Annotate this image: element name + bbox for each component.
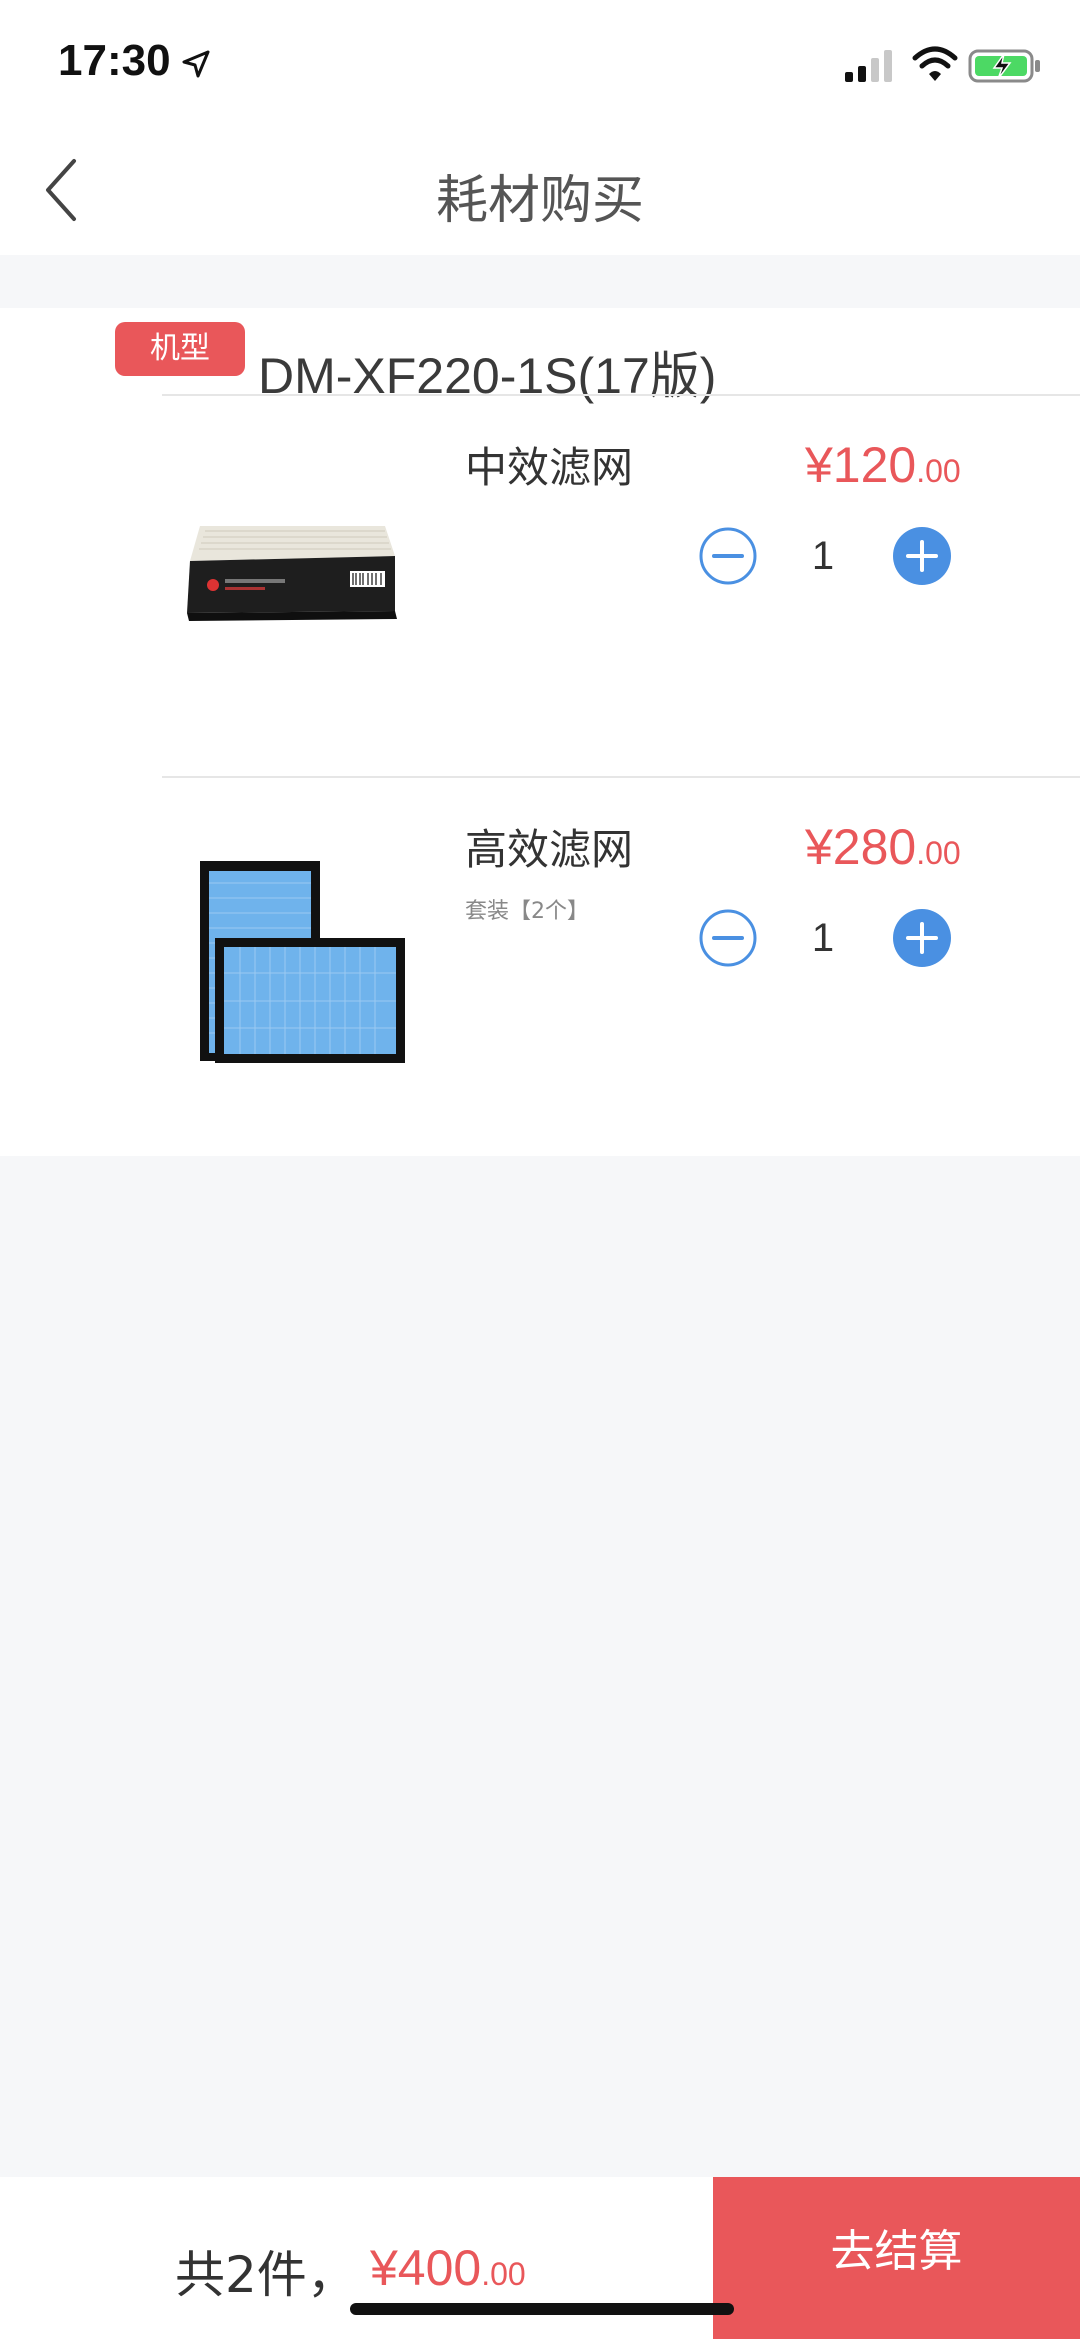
quantity-value: 1 (811, 916, 835, 960)
nav-bar: 耗材购买 (0, 130, 1080, 255)
minus-circle-icon[interactable] (698, 526, 758, 586)
signal-icon (845, 50, 892, 82)
product-card: 机型 DM-XF220-1S(17版) 中效滤网 ¥120.00 1 高效滤网 … (0, 308, 1080, 1156)
home-indicator[interactable] (350, 2303, 734, 2315)
list-item: 高效滤网 套装【2个】 ¥280.00 1 (0, 778, 1080, 1158)
location-arrow-icon (182, 50, 210, 78)
total-price-decimal: .00 (481, 2256, 526, 2292)
item-subtitle: 套装【2个】 (465, 899, 589, 924)
item-price-decimal: .00 (916, 453, 961, 489)
model-badge: 机型 (115, 322, 245, 376)
page-title: 耗材购买 (435, 171, 644, 231)
item-name: 高效滤网 (465, 825, 634, 874)
total-count: 共2件， (175, 2246, 357, 2304)
total-price-main: ¥400 (370, 2240, 482, 2296)
wifi-icon (912, 46, 958, 81)
item-price: ¥120.00 (805, 436, 961, 494)
plus-circle-icon[interactable] (892, 908, 952, 968)
blue-filter-pair-image (200, 861, 405, 1063)
total-price: ¥400.00 (370, 2239, 526, 2297)
checkout-button[interactable]: 去结算 (713, 2177, 1080, 2339)
status-bar: 17:30 (0, 0, 1080, 130)
item-price-main: ¥280 (805, 819, 917, 875)
list-item: 中效滤网 ¥120.00 1 (0, 396, 1080, 776)
item-price: ¥280.00 (805, 818, 961, 876)
item-name: 中效滤网 (465, 443, 634, 492)
status-time: 17:30 (58, 36, 171, 85)
item-price-main: ¥120 (805, 437, 917, 493)
battery-charging-icon (968, 49, 1040, 83)
black-frame-hepa-filter-image (187, 526, 397, 621)
item-price-decimal: .00 (916, 835, 961, 871)
plus-circle-icon[interactable] (892, 526, 952, 586)
minus-circle-icon[interactable] (698, 908, 758, 968)
quantity-value: 1 (811, 534, 835, 578)
